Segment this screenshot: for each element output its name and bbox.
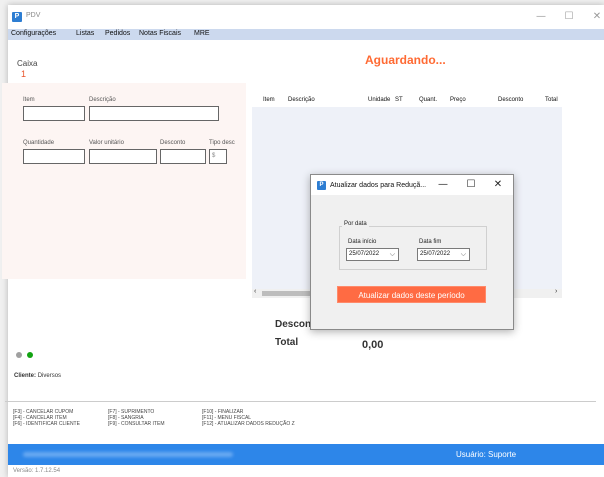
scroll-left-icon[interactable]: ‹: [254, 288, 256, 295]
menu-bar: Configurações Listas Pedidos Notas Fisca…: [8, 29, 604, 40]
col-unidade[interactable]: Unidade: [368, 97, 390, 103]
status-indicator-green: [27, 352, 33, 358]
data-inicio-picker[interactable]: 25/07/2022 ⌵: [346, 248, 399, 261]
menu-notas-fiscais[interactable]: Notas Fiscais: [139, 30, 181, 37]
caixa-label: Caixa: [17, 59, 38, 68]
item-input[interactable]: [23, 106, 85, 121]
desconto-label: Desconto: [160, 140, 186, 146]
dialog-app-icon: P: [317, 181, 326, 190]
status-text: Aguardando...: [365, 53, 446, 67]
maximize-icon[interactable]: ☐: [559, 10, 579, 24]
blurred-info: [23, 452, 233, 457]
status-indicator-gray: [16, 352, 22, 358]
data-fim-label: Data fim: [419, 239, 442, 245]
desconto-input[interactable]: [160, 149, 206, 164]
data-inicio-label: Data início: [348, 239, 377, 245]
window-titlebar: P PDV — ☐ ✕: [8, 5, 604, 29]
usuario-label: Usuário: Suporte: [456, 450, 517, 459]
version-label: Versão: 1.7.12.54: [13, 468, 61, 474]
menu-pedidos[interactable]: Pedidos: [105, 30, 130, 37]
pdv-app-icon: P: [12, 12, 22, 22]
window-title: PDV: [26, 12, 41, 19]
data-fim-value: 25/07/2022: [420, 251, 451, 257]
divider: [5, 401, 596, 402]
col-desconto[interactable]: Desconto: [498, 97, 523, 103]
grid-header: Item Descrição Unidade ST Quant. Preço D…: [252, 92, 562, 107]
desconto-total-label: Descon: [275, 319, 312, 330]
cliente-value: Diversos: [37, 373, 62, 379]
cliente-info: Cliente: Diversos: [14, 373, 61, 379]
quantidade-input[interactable]: [23, 149, 85, 164]
valor-unitario-input[interactable]: [89, 149, 157, 164]
dialog-minimize-icon[interactable]: —: [435, 178, 451, 192]
menu-listas[interactable]: Listas: [76, 30, 94, 37]
shortcut-f9: [F9] - CONSULTAR ITEM: [108, 421, 165, 427]
quantidade-label: Quantidade: [23, 140, 55, 146]
screen: P PDV — ☐ ✕ Configurações Listas Pedidos…: [0, 0, 604, 477]
total-value: 0,00: [362, 339, 384, 351]
por-data-label: Por data: [342, 221, 369, 227]
menu-mre[interactable]: MRE: [194, 30, 210, 37]
descricao-label: Descrição: [89, 97, 116, 103]
atualizar-dados-button[interactable]: Atualizar dados deste período: [337, 286, 486, 303]
total-label: Total: [275, 337, 299, 348]
shortcut-f12: [F12] - ATUALIZAR DADOS REDUÇÃO Z: [202, 421, 295, 427]
chevron-down-icon[interactable]: ⌵: [461, 249, 466, 260]
tipo-desc-label: Tipo desc: [209, 140, 235, 146]
close-icon[interactable]: ✕: [587, 10, 604, 24]
col-preco[interactable]: Preço: [450, 97, 466, 103]
data-inicio-value: 25/07/2022: [349, 251, 380, 257]
shortcuts-col-2: [F7] - SUPRIMENTO [F8] - SANGRIA [F9] - …: [108, 409, 164, 427]
col-st[interactable]: ST: [395, 97, 403, 103]
dialog-title: Atualizar dados para Reduçã...: [330, 182, 427, 189]
menu-configuracoes[interactable]: Configurações: [11, 30, 56, 37]
dialog-close-icon[interactable]: ✕: [490, 178, 506, 192]
shortcut-f6: [F6] - IDENTIFICAR CLIENTE: [13, 421, 80, 427]
data-fim-picker[interactable]: 25/07/2022 ⌵: [417, 248, 470, 261]
tipo-desc-select[interactable]: $: [209, 149, 227, 164]
chevron-down-icon[interactable]: ⌵: [390, 249, 395, 260]
shortcuts-col-1: [F3] - CANCELAR CUPOM [F4] - CANCELAR IT…: [13, 409, 80, 427]
cliente-label: Cliente:: [14, 373, 37, 379]
col-item[interactable]: Item: [263, 97, 275, 103]
col-descricao[interactable]: Descrição: [288, 97, 315, 103]
col-quant[interactable]: Quant.: [419, 97, 437, 103]
dialog-maximize-icon[interactable]: ☐: [463, 178, 479, 192]
descricao-input[interactable]: [89, 106, 219, 121]
dialog-titlebar: P Atualizar dados para Reduçã... — ☐ ✕: [311, 175, 513, 195]
minimize-icon[interactable]: —: [531, 10, 551, 24]
item-entry-panel: Item Descrição Quantidade Valor unitário…: [2, 83, 246, 279]
status-footer: Usuário: Suporte: [8, 444, 604, 465]
scroll-right-icon[interactable]: ›: [555, 288, 557, 295]
atualizar-reducao-dialog: P Atualizar dados para Reduçã... — ☐ ✕ P…: [310, 174, 514, 330]
col-total[interactable]: Total: [545, 97, 558, 103]
shortcuts-col-3: [F10] - FINALIZAR [F11] - MENU FISCAL [F…: [202, 409, 295, 427]
item-label: Item: [23, 97, 35, 103]
caixa-number: 1: [21, 69, 27, 79]
valor-unitario-label: Valor unitário: [89, 140, 124, 146]
